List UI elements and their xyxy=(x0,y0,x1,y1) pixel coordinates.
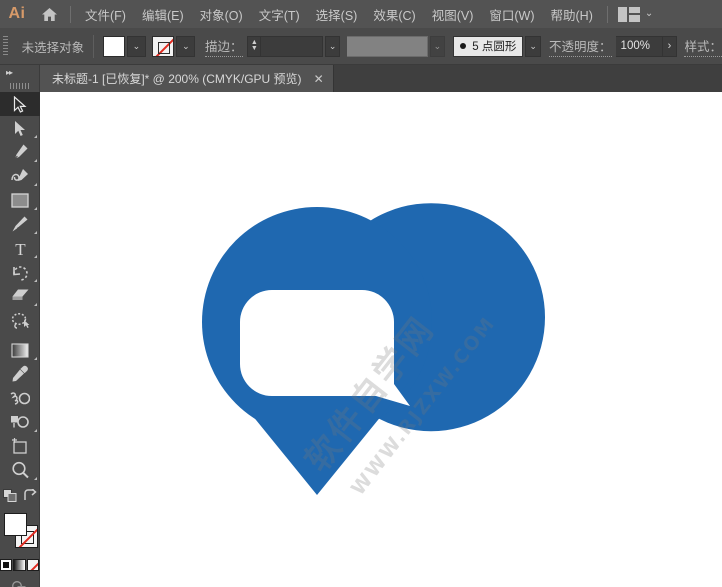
swap-fill-stroke-icon[interactable] xyxy=(23,488,37,507)
illustrator-window: Ai 文件(F) 编辑(E) 对象(O) 文字(T) 选择(S) 效果(C) 视… xyxy=(0,0,722,587)
menu-object[interactable]: 对象(O) xyxy=(192,0,251,28)
tool-gradient[interactable] xyxy=(0,338,40,362)
menu-select[interactable]: 选择(S) xyxy=(308,0,366,28)
tool-lasso[interactable] xyxy=(0,308,40,332)
document-tab-strip: 未标题-1 [已恢复]* @ 200% (CMYK/GPU 预览) ✕ xyxy=(0,65,722,92)
tool-zoom[interactable] xyxy=(0,458,40,482)
zoom-magnifier-icon xyxy=(11,461,29,479)
tool-artboard[interactable] xyxy=(0,434,40,458)
tool-blend[interactable] xyxy=(0,386,40,410)
eraser-icon xyxy=(12,289,28,300)
collapse-panel-icon[interactable]: ▸▸ xyxy=(0,65,39,79)
toolbar-fill-swatch[interactable] xyxy=(4,513,27,536)
close-icon[interactable]: ✕ xyxy=(314,73,324,85)
fill-swatch-group: ⌄ xyxy=(102,35,146,57)
brush-definition-chevron-down-icon[interactable]: ⌄ xyxy=(525,35,541,57)
styles-label[interactable]: 样式： xyxy=(684,36,722,57)
fill-stroke-swatches xyxy=(0,511,40,557)
mode-gradient-button[interactable] xyxy=(13,559,26,571)
document-tab-title: 未标题-1 [已恢复]* @ 200% (CMYK/GPU 预览) xyxy=(52,72,302,86)
opacity-label[interactable]: 不透明度： xyxy=(549,36,612,57)
tool-pen[interactable] xyxy=(0,140,40,164)
tool-type[interactable]: T xyxy=(0,236,40,260)
control-bar-grip[interactable] xyxy=(0,28,10,65)
canvas-area[interactable]: 软件自学网 WWW.RJZXW.COM xyxy=(40,92,722,587)
tool-paintbrush[interactable] xyxy=(0,212,40,236)
document-tab[interactable]: 未标题-1 [已恢复]* @ 200% (CMYK/GPU 预览) ✕ xyxy=(40,65,334,92)
tool-rectangle[interactable] xyxy=(0,188,40,212)
rectangle-icon xyxy=(11,192,29,208)
tool-curvature[interactable] xyxy=(0,164,40,188)
menu-view[interactable]: 视图(V) xyxy=(424,0,482,28)
color-mode-buttons xyxy=(0,559,39,571)
curvature-icon xyxy=(10,169,28,181)
fill-swatch[interactable] xyxy=(102,35,125,57)
menu-divider-right xyxy=(606,5,608,23)
arrange-documents-button[interactable]: ⌄ xyxy=(614,6,654,22)
type-icon: T xyxy=(15,240,26,257)
artboard-icon xyxy=(12,437,27,454)
default-fill-stroke-icon[interactable] xyxy=(2,488,18,508)
menu-type[interactable]: 文字(T) xyxy=(251,0,308,28)
stroke-weight-chevron-down-icon[interactable]: ⌄ xyxy=(324,35,341,57)
paintbrush-icon xyxy=(12,216,28,232)
ai-app-logo: Ai xyxy=(8,5,26,22)
menu-items: 文件(F) 编辑(E) 对象(O) 文字(T) 选择(S) 效果(C) 视图(V… xyxy=(77,0,601,28)
blend-icon xyxy=(10,391,30,405)
menu-help[interactable]: 帮助(H) xyxy=(543,0,601,28)
brush-definition-select[interactable]: 5 点圆形 xyxy=(453,35,524,57)
menu-window[interactable]: 窗口(W) xyxy=(481,0,542,28)
arrange-documents-icon xyxy=(617,6,640,22)
tool-rotate[interactable] xyxy=(0,260,40,284)
mode-none-button[interactable] xyxy=(26,559,39,571)
stepper-down-icon: ▼ xyxy=(250,45,258,52)
stroke-weight-stepper[interactable]: ▲ ▼ xyxy=(247,35,262,57)
direct-selection-arrow-icon xyxy=(15,120,25,136)
opacity-panel-arrow-icon[interactable]: › xyxy=(662,35,678,57)
stroke-weight-input[interactable] xyxy=(261,35,323,57)
stroke-swatch-none-icon[interactable] xyxy=(152,35,175,57)
menu-file[interactable]: 文件(F) xyxy=(77,0,134,28)
artwork-map-pin-chat-logo[interactable] xyxy=(40,92,722,587)
brush-definition-label: 5 点圆形 xyxy=(472,41,517,53)
stroke-profile-input xyxy=(346,35,428,57)
menu-effect[interactable]: 效果(C) xyxy=(365,0,423,28)
tool-direct-selection[interactable] xyxy=(0,116,40,140)
menu-bar: Ai 文件(F) 编辑(E) 对象(O) 文字(T) 选择(S) 效果(C) 视… xyxy=(0,0,722,28)
shape-builder-icon xyxy=(11,416,29,428)
tool-eyedropper[interactable] xyxy=(0,362,40,386)
selection-status-label: 未选择对象 xyxy=(21,40,85,55)
tool-shape-builder[interactable] xyxy=(0,410,40,434)
lasso-icon xyxy=(11,312,29,329)
menu-edit[interactable]: 编辑(E) xyxy=(134,0,192,28)
gradient-icon xyxy=(11,342,29,358)
chevron-down-icon: ⌄ xyxy=(644,8,654,19)
rotate-icon xyxy=(13,265,28,281)
fill-dropdown-chevron-down-icon[interactable]: ⌄ xyxy=(126,35,146,57)
control-divider-1 xyxy=(93,34,94,58)
tool-eraser[interactable] xyxy=(0,284,40,308)
drawing-mode-icon[interactable] xyxy=(11,580,28,587)
opacity-input[interactable]: 100% xyxy=(615,35,663,57)
stroke-swatch-group: ⌄ xyxy=(152,35,196,57)
home-icon[interactable] xyxy=(34,0,64,28)
selection-arrow-icon xyxy=(13,95,27,113)
stroke-weight-label[interactable]: 描边： xyxy=(204,36,243,57)
menu-divider-left xyxy=(70,5,71,23)
control-bar: 未选择对象 ⌄ ⌄ 描边： ▲ ▼ ⌄ ⌄ 5 点圆形 ⌄ 不透明度： 100%… xyxy=(0,28,722,65)
tools-panel: ▸▸ T xyxy=(0,65,40,587)
mode-color-button[interactable] xyxy=(0,559,13,571)
svg-text:T: T xyxy=(15,240,26,257)
stroke-dropdown-chevron-down-icon[interactable]: ⌄ xyxy=(176,35,196,57)
tool-selection[interactable] xyxy=(0,92,40,116)
tools-panel-grip[interactable] xyxy=(0,79,39,92)
pen-icon xyxy=(14,144,28,159)
stroke-profile-chevron-down-icon: ⌄ xyxy=(429,35,446,57)
brush-dot-icon xyxy=(460,43,467,49)
eyedropper-icon xyxy=(12,365,28,382)
